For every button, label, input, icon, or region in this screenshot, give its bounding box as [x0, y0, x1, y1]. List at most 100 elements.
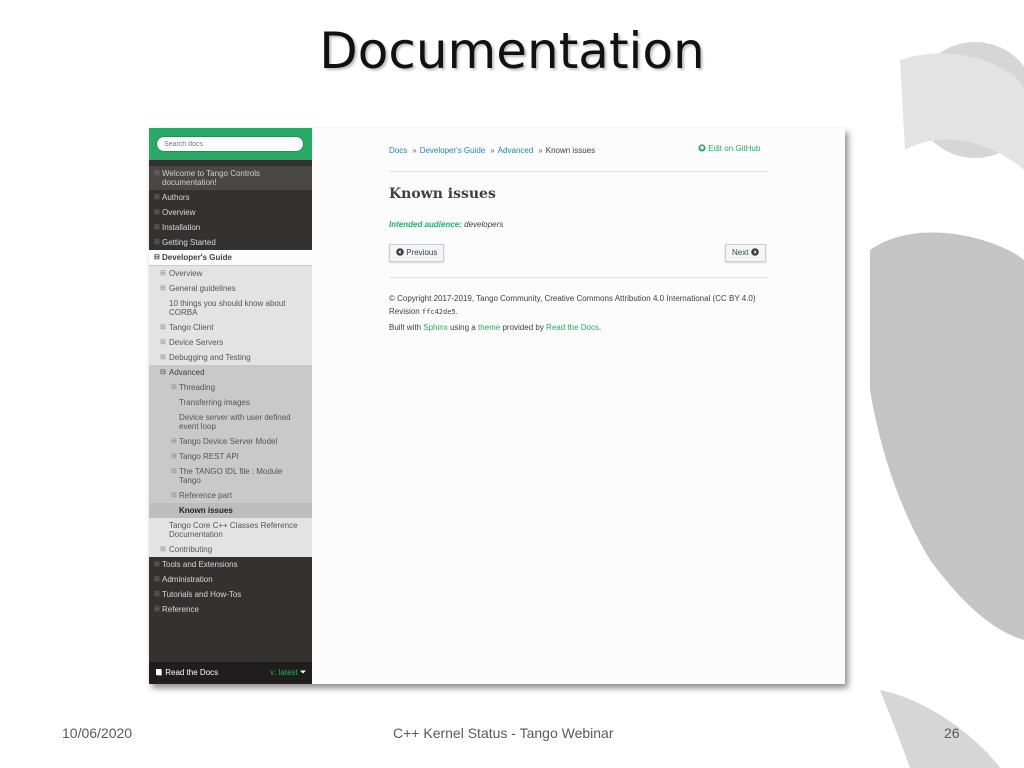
divider [389, 277, 768, 278]
sidebar-item-tutorials[interactable]: ⊞ Tutorials and How-Tos [149, 587, 312, 602]
sidebar-item-core-classes[interactable]: Tango Core C++ Classes Reference Documen… [149, 518, 312, 542]
sidebar-item-welcome[interactable]: ⊞ Welcome to Tango Controls documentation… [149, 166, 312, 190]
revision-hash: ffc42de5 [421, 308, 456, 316]
sidebar-item-label: General guidelines [169, 284, 236, 293]
sidebar-item-label: Known issues [179, 506, 233, 515]
expand-icon[interactable]: ⊞ [154, 169, 160, 178]
collapse-icon[interactable]: ⊟ [160, 368, 166, 377]
sidebar-item-label: Tango Client [169, 323, 214, 332]
sidebar-item-reference-part[interactable]: ⊞ Reference part [149, 488, 312, 503]
edit-on-github-link[interactable]: Edit on GitHub [698, 144, 760, 153]
sidebar-item-tango-client[interactable]: ⊞ Tango Client [149, 320, 312, 335]
edit-on-github-label: Edit on GitHub [708, 144, 761, 153]
sidebar-item-contributing[interactable]: ⊞ Contributing [149, 542, 312, 557]
read-the-docs-link[interactable]: Read the Docs [546, 323, 599, 332]
github-icon [698, 144, 706, 152]
sidebar-item-rest-api[interactable]: ⊞ Tango REST API [149, 449, 312, 464]
breadcrumb-advanced[interactable]: Advanced [498, 146, 534, 155]
sidebar-item-reference[interactable]: ⊞ Reference [149, 602, 312, 617]
sidebar-item-advanced[interactable]: ⊟ Advanced [149, 365, 312, 380]
expand-icon[interactable]: ⊞ [154, 590, 160, 599]
slide-title: Documentation [319, 22, 705, 80]
expand-icon[interactable]: ⊞ [154, 223, 160, 232]
expand-icon[interactable]: ⊞ [160, 284, 166, 293]
expand-icon[interactable]: ⊞ [154, 238, 160, 247]
book-icon [156, 669, 162, 676]
sidebar-item-label: Installation [162, 223, 201, 232]
sidebar-item-label: Device Servers [169, 338, 224, 347]
breadcrumb-separator: » [538, 146, 543, 155]
expand-icon[interactable]: ⊞ [171, 491, 177, 500]
slide-footer-title: C++ Kernel Status - Tango Webinar [393, 725, 614, 741]
sidebar-item-label: The TANGO IDL file : Module Tango [179, 467, 283, 485]
sidebar-item-installation[interactable]: ⊞ Installation [149, 220, 312, 235]
sidebar-item-label: Tango Device Server Model [179, 437, 278, 446]
arrow-circle-left-icon [396, 248, 404, 256]
expand-icon[interactable]: ⊞ [154, 193, 160, 202]
sidebar-item-label: Overview [169, 269, 203, 278]
previous-button[interactable]: Previous [389, 244, 445, 262]
expand-icon[interactable]: ⊞ [160, 353, 166, 362]
next-button[interactable]: Next [725, 244, 766, 262]
sidebar-item-user-event-loop[interactable]: Device server with user defined event lo… [149, 410, 312, 434]
search-input[interactable] [156, 136, 304, 152]
sidebar-item-label: Tools and Extensions [162, 560, 238, 569]
theme-link[interactable]: theme [478, 323, 500, 332]
expand-icon[interactable]: ⊞ [171, 383, 177, 392]
collapse-icon[interactable]: ⊟ [154, 253, 160, 262]
version-switcher[interactable]: Read the Docs v: latest [149, 662, 312, 684]
sidebar-item-label: Getting Started [162, 238, 216, 247]
divider [389, 171, 768, 172]
slide-page-number: 26 [944, 725, 960, 741]
sidebar-item-label: 10 things you should know about CORBA [169, 299, 286, 317]
sidebar-item-general-guidelines[interactable]: ⊞ General guidelines [149, 281, 312, 296]
expand-icon[interactable]: ⊞ [160, 338, 166, 347]
sidebar-item-label: Administration [162, 575, 213, 584]
built-with-line: Built with Sphinx using a theme provided… [389, 323, 602, 332]
version-label-wrap[interactable]: v: latest [270, 668, 306, 677]
expand-icon[interactable]: ⊞ [154, 560, 160, 569]
sidebar-item-device-servers[interactable]: ⊞ Device Servers [149, 335, 312, 350]
expand-icon[interactable]: ⊞ [171, 467, 177, 476]
sphinx-link[interactable]: Sphinx [423, 323, 447, 332]
sidebar-item-label: Advanced [169, 368, 205, 377]
sidebar-item-getting-started[interactable]: ⊞ Getting Started [149, 235, 312, 250]
breadcrumb-current: Known issues [545, 146, 596, 155]
sidebar-item-label: Tutorials and How-Tos [162, 590, 242, 599]
docs-screenshot: ⊞Welcome to Tango Controls documentation… [149, 128, 845, 684]
expand-icon[interactable]: ⊞ [171, 452, 177, 461]
sidebar-item-label: Reference part [179, 491, 232, 500]
breadcrumb-docs[interactable]: Docs [389, 146, 407, 155]
sidebar-item-known-issues[interactable]: Known issues [149, 503, 312, 518]
sidebar-item-device-server-model[interactable]: ⊞ Tango Device Server Model [149, 434, 312, 449]
copyright-notice: © Copyright 2017-2019, Tango Community, … [389, 294, 756, 316]
expand-icon[interactable]: ⊞ [154, 605, 160, 614]
built-with-text: Built with [389, 323, 422, 332]
version-label: v: latest [270, 668, 298, 677]
sidebar-item-administration[interactable]: ⊞ Administration [149, 572, 312, 587]
sidebar-item-overview[interactable]: ⊞ Overview [149, 205, 312, 220]
sidebar-item-idl-file[interactable]: ⊞ The TANGO IDL file : Module Tango [149, 464, 312, 488]
breadcrumb-developers-guide[interactable]: Developer's Guide [420, 146, 486, 155]
sidebar-item-authors[interactable]: ⊞ Authors [149, 190, 312, 205]
audience-value: developers [464, 220, 504, 229]
sidebar-item-corba[interactable]: 10 things you should know about CORBA [149, 296, 312, 320]
search-bar [149, 128, 312, 160]
sidebar-item-transferring-images[interactable]: Transferring images [149, 395, 312, 410]
expand-icon[interactable]: ⊞ [154, 208, 160, 217]
sidebar-item-developers-guide[interactable]: ⊟ Developer's Guide [149, 250, 312, 266]
sidebar-item-tools[interactable]: ⊞ Tools and Extensions [149, 557, 312, 572]
expand-icon[interactable]: ⊞ [171, 437, 177, 446]
expand-icon[interactable]: ⊞ [160, 269, 166, 278]
sidebar-item-label: Contributing [169, 545, 213, 554]
sidebar-item-label: Overview [162, 208, 196, 217]
sidebar-item-label: Transferring images [179, 398, 250, 407]
sidebar: ⊞Welcome to Tango Controls documentation… [149, 128, 312, 684]
expand-icon[interactable]: ⊞ [160, 323, 166, 332]
breadcrumb: Docs» Developer's Guide» Advanced» Known is… [389, 146, 595, 155]
expand-icon[interactable]: ⊞ [154, 575, 160, 584]
sidebar-item-threading[interactable]: ⊞ Threading [149, 380, 312, 395]
sidebar-item-debugging[interactable]: ⊞ Debugging and Testing [149, 350, 312, 365]
expand-icon[interactable]: ⊞ [160, 545, 166, 554]
sidebar-item-dev-overview[interactable]: ⊞ Overview [149, 266, 312, 281]
